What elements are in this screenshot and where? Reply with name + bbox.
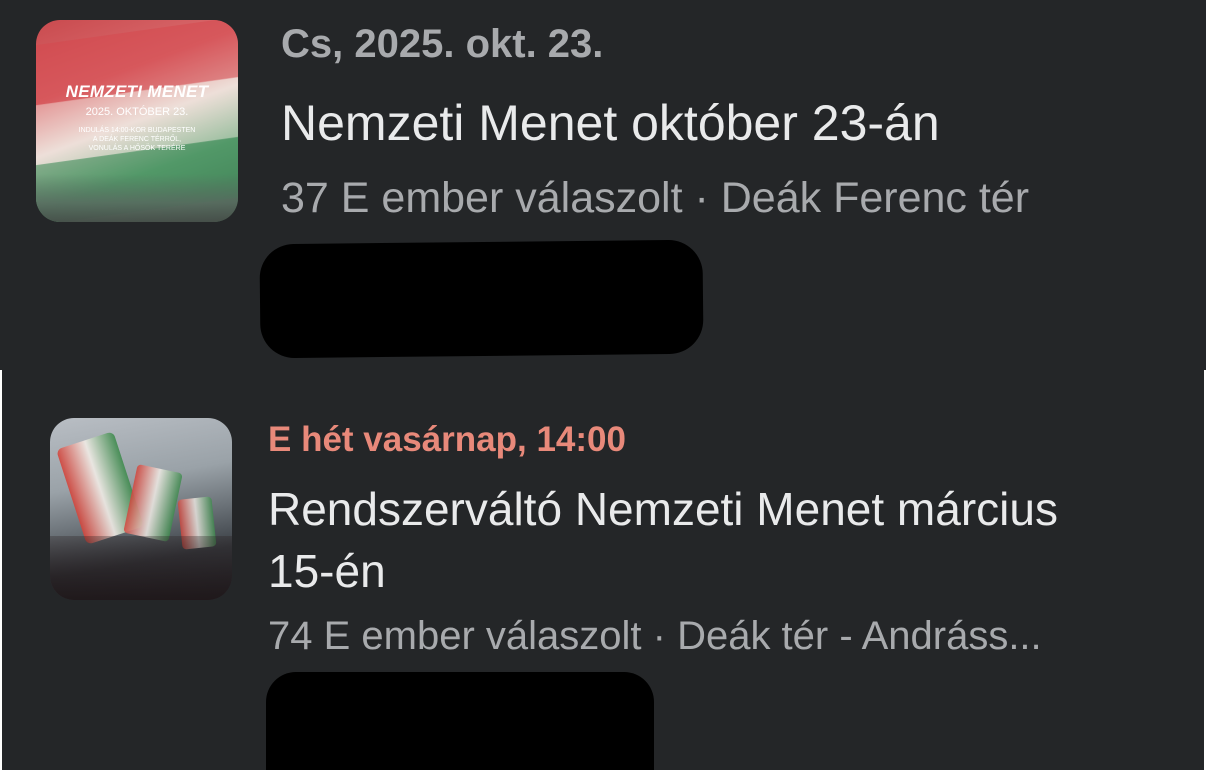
event-meta: 74 E ember válaszolt · Deák tér - András…: [268, 614, 1042, 658]
redaction-block: [266, 672, 654, 770]
redaction-block: [259, 239, 704, 359]
thumbnail-title: NEMZETI MENET: [65, 82, 209, 101]
crowd-image: [36, 174, 238, 222]
event-thumbnail-1[interactable]: NEMZETI MENET 2025. OKTÓBER 23. INDULÁS …: [36, 20, 238, 222]
event-meta: 37 E ember válaszolt · Deák Ferenc tér: [281, 174, 1030, 222]
event-title-continued[interactable]: 15-én: [268, 544, 386, 598]
event-card-2[interactable]: E hét vasárnap, 14:00 Rendszerváltó Nemz…: [2, 370, 1204, 770]
thumbnail-line: VONULÁS A HŐSÖK TERÉRE: [88, 145, 186, 152]
event-title[interactable]: Nemzeti Menet október 23-án: [281, 94, 940, 152]
event-thumbnail-2[interactable]: [50, 418, 232, 600]
event-date: Cs, 2025. okt. 23.: [281, 22, 604, 66]
event-date: E hét vasárnap, 14:00: [268, 420, 626, 459]
thumbnail-line: INDULÁS 14:00-KOR BUDAPESTEN: [78, 127, 196, 134]
event-title[interactable]: Rendszerváltó Nemzeti Menet március: [268, 482, 1058, 536]
crowd-image: [50, 536, 232, 600]
flag-image: [123, 463, 183, 543]
event-card-1[interactable]: NEMZETI MENET 2025. OKTÓBER 23. INDULÁS …: [0, 0, 1206, 370]
thumbnail-line: A DEÁK FERENC TÉRRŐL,: [92, 136, 182, 143]
thumbnail-date: 2025. OKTÓBER 23.: [85, 106, 189, 118]
